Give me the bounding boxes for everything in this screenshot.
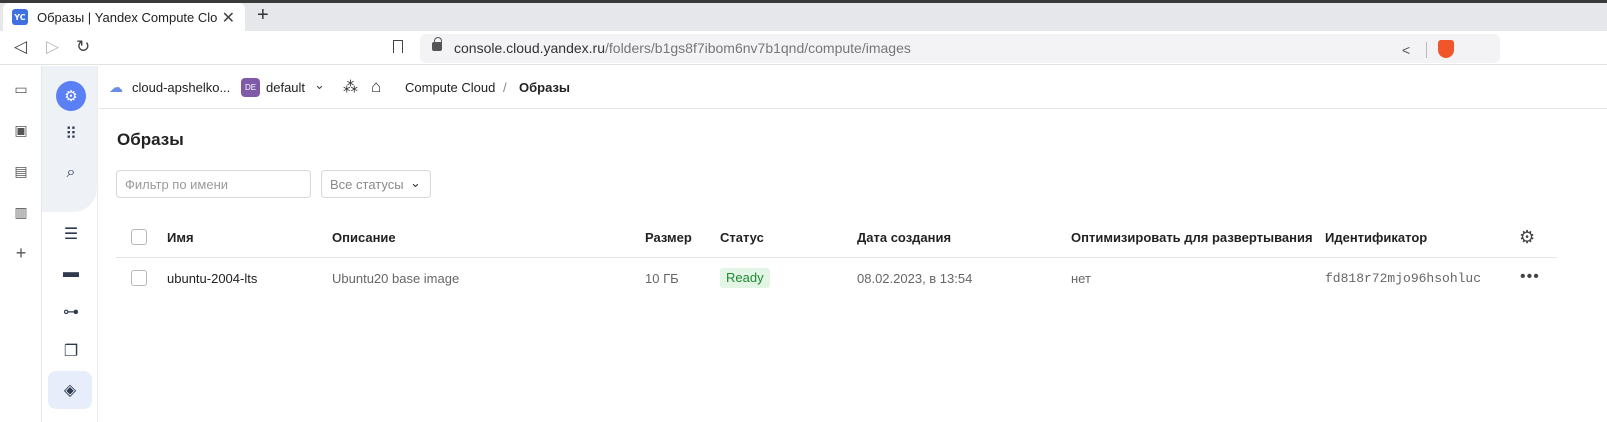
folder-avatar: DE [241,78,260,97]
app-navigation: ⚙ ⠿ ⌕ ☰ ▬ ⊶ ❐ ◈ [42,66,98,422]
url-text[interactable]: console.cloud.yandex.ru/folders/b1gs8f7i… [454,40,911,56]
image-name[interactable]: ubuntu-2004-lts [167,271,257,286]
bookmarks-icon[interactable]: ▤ [12,164,30,178]
url-path: /folders/b1gs8f7ibom6nv7b1qnd/compute/im… [605,40,911,56]
breadcrumb-current: Образы [519,80,571,95]
breadcrumb-separator: / [503,80,507,95]
browser-tab-strip: YC Образы | Yandex Compute Cloud ✕ + [0,0,1607,31]
image-id[interactable]: fd818r72mjo96hsohluc [1325,271,1481,286]
back-icon[interactable]: ◁ [14,37,27,57]
column-status[interactable]: Статус [720,230,764,245]
snapshots-icon[interactable]: ❐ [56,336,86,366]
disks-icon[interactable]: ▬ [56,258,86,288]
all-services-icon[interactable]: ⠿ [56,119,86,149]
reload-icon[interactable]: ↻ [76,37,90,57]
row-checkbox[interactable] [131,270,147,286]
new-tab-icon[interactable]: + [257,4,269,27]
browser-toolbar: ◁ ▷ ↻ console.cloud.yandex.ru/folders/b1… [0,31,1607,65]
instances-icon[interactable]: ☰ [56,219,86,249]
video-icon[interactable]: ▭ [12,82,30,96]
select-all-checkbox[interactable] [131,229,147,245]
chevron-down-icon: ⌄ [410,175,421,190]
chevron-down-icon[interactable]: ⌄ [314,77,325,93]
tab-title: Образы | Yandex Compute Cloud [37,9,217,25]
status-badge: Ready [720,268,770,288]
url-host: console.cloud.yandex.ru [454,40,605,56]
share-icon[interactable]: < [1402,42,1410,58]
more-actions-icon[interactable]: ••• [1520,268,1540,286]
column-description[interactable]: Описание [332,230,396,245]
address-bar[interactable]: console.cloud.yandex.ru/folders/b1gs8f7i… [420,34,1500,63]
brave-shield-icon[interactable] [1438,40,1454,58]
reading-list-icon[interactable]: ▥ [12,205,30,219]
browser-sidebar: ▭ ▣ ▤ ▥ + [0,66,42,422]
home-icon[interactable]: ⌂ [371,77,381,97]
cloud-icon: ☁ [109,79,123,95]
column-optimize[interactable]: Оптимизировать для развертывания [1071,230,1313,245]
wallet-icon[interactable]: ▣ [12,123,30,137]
image-created: 08.02.2023, в 13:54 [857,271,973,286]
images-table: Имя Описание Размер Статус Дата создания… [116,217,1557,299]
services-icon[interactable]: ⁂ [343,78,358,96]
bookmark-icon[interactable] [393,40,403,53]
image-size: 10 ГБ [645,271,679,286]
gear-icon[interactable]: ⚙ [1519,227,1535,248]
cloud-selector[interactable]: cloud-apshelko... [132,80,230,95]
browser-tab[interactable]: YC Образы | Yandex Compute Cloud ✕ [3,3,245,31]
add-icon[interactable]: + [12,244,30,262]
network-icon[interactable]: ⊶ [56,297,86,327]
image-description: Ubuntu20 base image [332,271,460,286]
column-created[interactable]: Дата создания [857,230,951,245]
close-icon[interactable]: ✕ [222,8,235,28]
folder-selector[interactable]: default [266,80,305,95]
status-filter-select[interactable]: Все статусы ⌄ [321,170,431,198]
lock-icon [432,37,442,51]
table-header-row: Имя Описание Размер Статус Дата создания… [116,217,1557,258]
column-size[interactable]: Размер [645,230,692,245]
status-filter-value: Все статусы [330,177,404,192]
table-row[interactable]: ubuntu-2004-lts Ubuntu20 base image 10 Г… [116,258,1557,298]
omnibox-divider [1426,42,1427,58]
yc-favicon-icon: YC [12,9,28,25]
name-filter-input[interactable] [116,170,311,198]
column-id[interactable]: Идентификатор [1325,230,1427,245]
breadcrumb-bar: ☁ cloud-apshelko... DE default ⌄ ⁂ ⌂ Com… [99,66,1607,109]
compute-icon[interactable]: ⚙ [56,81,86,111]
image-optimize: нет [1071,271,1091,286]
images-icon[interactable]: ◈ [48,371,92,409]
breadcrumb-compute-cloud[interactable]: Compute Cloud [405,80,495,95]
page-title: Образы [117,130,184,149]
column-name[interactable]: Имя [167,230,194,245]
search-icon[interactable]: ⌕ [56,158,86,188]
forward-icon[interactable]: ▷ [46,37,59,57]
